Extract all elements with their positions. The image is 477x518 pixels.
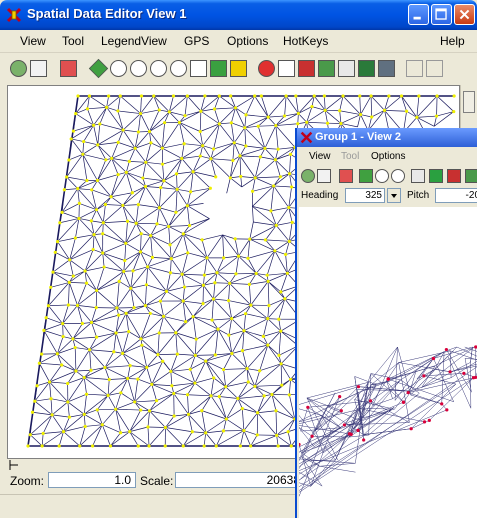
zoom-field[interactable]: 1.0 [48,472,136,488]
spatial-editor-icon [300,131,313,144]
view2-legend-button[interactable] [465,169,477,183]
view2-full-view-button[interactable] [317,169,331,183]
scale-label: Scale: [140,474,174,488]
heading-label: Heading [301,190,339,201]
save-tool-button[interactable] [378,60,395,77]
view2-tool-button[interactable] [411,169,425,183]
view2-zoom-in-button[interactable] [375,169,389,183]
zoom-in-tool-button[interactable] [130,60,147,77]
menu-tool[interactable]: Tool [62,34,84,48]
3d-view-canvas[interactable] [297,207,477,518]
view2-toolbar [297,166,477,186]
view2-add-layer-button[interactable] [339,169,353,183]
edit-tool-button[interactable] [298,60,315,77]
close-button[interactable] [454,4,475,25]
view2-pan-button[interactable] [359,169,373,183]
window-title: Spatial Data Editor View 1 [27,6,187,21]
menu-gps[interactable]: GPS [184,34,209,48]
maximize-icon [435,8,447,20]
view2-title-bar[interactable]: Group 1 - View 2 [297,128,477,147]
view2-edit-button[interactable] [447,169,461,183]
view2-menu-options[interactable]: Options [371,151,405,162]
view2-layer-button[interactable] [429,169,443,183]
zoom-1x-tool-button[interactable] [170,60,187,77]
3d-perspective-mesh [297,345,477,497]
zoom-out-tool-button[interactable] [150,60,167,77]
zoom-label: Zoom: [10,474,45,488]
pitch-field[interactable]: -20 [435,188,477,203]
heading-field[interactable]: 325 [345,188,385,203]
view2-window: Group 1 - View 2 View Tool Options Headi… [295,128,477,518]
menu-hotkeys[interactable]: HotKeys [283,34,328,48]
chevron-down-icon [391,194,397,198]
spatial-editor-icon [6,7,22,23]
title-bar[interactable]: Spatial Data Editor View 1 [0,0,477,30]
maximize-button[interactable] [431,4,452,25]
view2-title: Group 1 - View 2 [315,131,401,143]
legend-tool-button[interactable] [318,60,335,77]
full-view-tool-button[interactable] [30,60,47,77]
layer-tool-button[interactable] [210,60,227,77]
undo-tool-button[interactable] [406,60,423,77]
menu-options[interactable]: Options [227,34,268,48]
heading-dropdown[interactable] [387,188,401,203]
3d-view-tool-button[interactable] [358,60,375,77]
menu-view[interactable]: View [20,34,46,48]
select-tool-button[interactable] [230,60,247,77]
view2-zoom-out-button[interactable] [391,169,405,183]
scroll-thumb[interactable] [463,91,475,113]
zoom-box-tool-button[interactable] [110,60,127,77]
scale-field[interactable]: 20638 [175,472,305,488]
menu-help[interactable]: Help [440,34,465,48]
view2-menu-view[interactable]: View [309,151,331,162]
zoom-previous-tool-button[interactable] [190,60,207,77]
view2-menu-tool[interactable]: Tool [341,151,359,162]
add-layer-tool-button[interactable] [60,60,77,77]
view2-redraw-button[interactable] [301,169,315,183]
close-icon [459,9,470,20]
pointer-tool-button[interactable] [278,60,295,77]
pan-tool-button[interactable] [88,58,109,79]
redraw-tool-button[interactable] [10,60,27,77]
measure-tool-button[interactable] [338,60,355,77]
redo-tool-button[interactable] [426,60,443,77]
menu-bar: View Tool LegendView GPS Options HotKeys… [0,30,477,53]
minimize-button[interactable] [408,4,429,25]
pitch-label: Pitch [407,190,430,201]
view2-heading-row: Heading 325 Pitch -20 [297,186,477,206]
minimize-icon [413,16,421,20]
toolbar [0,53,477,83]
gps-tool-button[interactable] [258,60,275,77]
menu-legendview[interactable]: LegendView [101,34,167,48]
view2-menu-bar: View Tool Options [297,147,477,166]
